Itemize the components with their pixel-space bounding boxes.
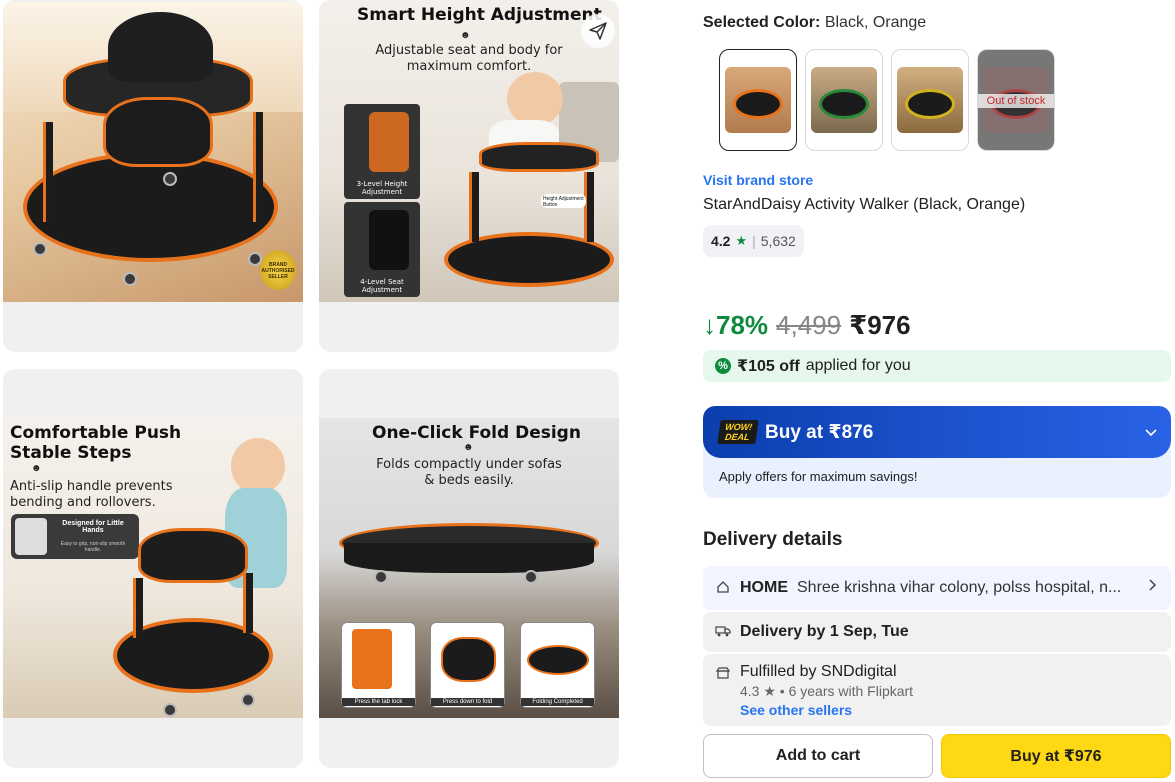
color-swatch-3[interactable]	[891, 49, 969, 151]
gallery-image-4[interactable]: One-Click Fold Design ☻ Folds compactly …	[319, 369, 619, 768]
product-title: StarAndDaisy Activity Walker (Black, Ora…	[703, 196, 1026, 213]
baby-image	[507, 72, 563, 126]
wow-deal-subtitle: Apply offers for maximum savings!	[719, 469, 918, 484]
product-image-push-steps: Comfortable Push Stable Steps ☻ Anti-sli…	[3, 418, 303, 718]
selected-color: Selected Color: Black, Orange	[703, 14, 927, 31]
image-subtitle: Anti-slip handle prevents bending and ro…	[10, 479, 173, 510]
gallery-image-3[interactable]: Comfortable Push Stable Steps ☻ Anti-sli…	[3, 369, 303, 768]
star-icon: ★	[735, 233, 748, 248]
truck-icon	[715, 625, 731, 640]
baby-icon: ☻	[463, 442, 474, 453]
color-swatch-4[interactable]: Out of stock	[977, 49, 1055, 151]
see-other-sellers-link[interactable]: See other sellers	[740, 702, 913, 718]
walker-base	[23, 152, 278, 262]
product-image-walker-room: BRAND AUTHORISED SELLER	[3, 2, 303, 302]
delivery-heading: Delivery details	[703, 529, 843, 550]
selling-price: ₹976	[849, 310, 911, 340]
share-button[interactable]	[581, 14, 615, 48]
callout-label: Height Adjustment Button	[541, 194, 586, 208]
gallery-image-1[interactable]: BRAND AUTHORISED SELLER	[3, 0, 303, 352]
rating-pill[interactable]: 4.2 ★ | 5,632	[703, 225, 804, 257]
applied-discount-banner: % ₹105 off applied for you	[703, 350, 1171, 382]
brand-authorised-badge-icon: BRAND AUTHORISED SELLER	[260, 250, 296, 290]
seller-meta: 4.3 ★ • 6 years with Flipkart	[740, 683, 914, 699]
fold-step-1: Press the tab lock	[341, 622, 416, 708]
fold-step-3: Folding Completed	[520, 622, 595, 708]
buy-now-button[interactable]: Buy at ₹976	[941, 734, 1171, 778]
share-icon	[589, 22, 607, 40]
home-icon	[715, 580, 731, 597]
rating-count: 5,632	[760, 233, 796, 249]
store-icon	[715, 666, 731, 683]
delivery-date: Delivery by 1 Sep, Tue	[740, 623, 909, 640]
arrow-down-icon: ↓	[703, 310, 716, 340]
visit-brand-store-link[interactable]: Visit brand store	[703, 172, 813, 188]
applied-amount: ₹105 off	[737, 358, 800, 375]
height-panel: 3-Level Height Adjustment	[344, 104, 420, 199]
seat-panel: 4-Level Seat Adjustment	[344, 202, 420, 297]
product-image-fold-design: One-Click Fold Design ☻ Folds compactly …	[319, 418, 619, 718]
out-of-stock-label: Out of stock	[978, 94, 1054, 108]
address-text: Shree krishna vihar colony, polss hospit…	[797, 579, 1122, 596]
delivery-address-row[interactable]: HOME Shree krishna vihar colony, polss h…	[703, 566, 1171, 610]
image-title: Smart Height Adjustment	[357, 5, 602, 25]
mrp-price: 4,499	[776, 310, 842, 340]
fulfilled-by: Fulfilled by SNDdigital	[740, 663, 897, 680]
add-to-cart-button[interactable]: Add to cart	[703, 734, 933, 778]
rating-value: 4.2	[711, 233, 731, 249]
divider: |	[752, 233, 756, 249]
baby-icon: ☻	[31, 463, 42, 474]
baby-icon: ☻	[460, 30, 471, 41]
delivery-date-row: Delivery by 1 Sep, Tue	[703, 612, 1171, 652]
color-swatch-2[interactable]	[805, 49, 883, 151]
wow-deal-title: Buy at ₹876	[765, 421, 874, 443]
wow-deal-header[interactable]: WOW! DEAL Buy at ₹876	[703, 406, 1171, 458]
baby-image	[231, 438, 285, 494]
image-subtitle: Adjustable seat and body for maximum com…	[375, 43, 563, 74]
color-swatch-1[interactable]	[719, 49, 797, 151]
image-title: One-Click Fold Design	[372, 423, 581, 443]
hint-box: Designed for Little Hands Easy to grip, …	[11, 514, 139, 559]
gallery-image-2[interactable]: Smart Height Adjustment ☻ Adjustable sea…	[319, 0, 619, 352]
wow-deal-logo: WOW! DEAL	[717, 420, 759, 444]
fold-step-2: Press down to fold	[430, 622, 505, 708]
wow-deal-card[interactable]: WOW! DEAL Buy at ₹876 Apply offers for m…	[703, 406, 1171, 498]
chevron-right-icon[interactable]	[1149, 578, 1157, 594]
color-swatches: Out of stock	[719, 49, 1055, 151]
price-row: ↓78% 4,499 ₹976	[703, 310, 911, 341]
discount-tag-icon: %	[715, 358, 731, 374]
image-subtitle: Folds compactly under sofas & beds easil…	[376, 457, 562, 488]
chevron-down-icon[interactable]	[1145, 424, 1157, 440]
discount-percent: ↓78%	[703, 310, 769, 340]
product-image-height-adjustment: Smart Height Adjustment ☻ Adjustable sea…	[319, 2, 619, 302]
seller-row: Fulfilled by SNDdigital 4.3 ★ • 6 years …	[703, 654, 1171, 726]
applied-text: applied for you	[805, 357, 911, 374]
address-type: HOME	[740, 579, 788, 596]
image-title: Comfortable Push Stable Steps	[10, 423, 182, 463]
